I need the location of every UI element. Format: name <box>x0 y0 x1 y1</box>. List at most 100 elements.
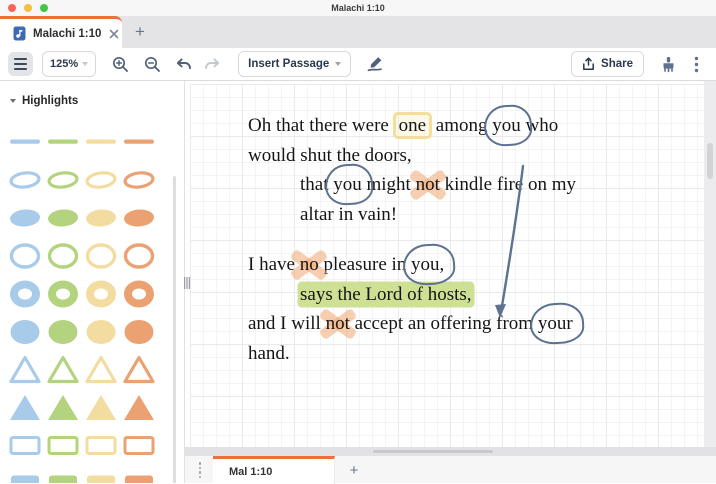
highlight-style-underline-stroke-1[interactable] <box>44 123 82 161</box>
highlight-style-filled-circle-1[interactable] <box>44 313 82 351</box>
highlight-style-circle-outline-3[interactable] <box>120 237 158 275</box>
verse-line: hand. <box>248 339 576 369</box>
highlight-style-thick-ring-1[interactable] <box>44 275 82 313</box>
highlight-style-circle-outline-0[interactable] <box>6 237 44 275</box>
highlight-style-filled-triangle-1[interactable] <box>44 389 82 427</box>
highlight-style-filled-triangle-2[interactable] <box>82 389 120 427</box>
vertical-scrollbar-track[interactable] <box>704 81 716 447</box>
highlight-style-filled-rectangle-0[interactable] <box>6 465 44 483</box>
verse-segment: who <box>521 115 558 136</box>
cross-out-annotation[interactable]: no <box>300 250 319 280</box>
highlight-style-triangle-outline-2[interactable] <box>82 351 120 389</box>
highlight-style-filled-triangle-0[interactable] <box>6 389 44 427</box>
verse-segment: Oh that there were <box>248 115 394 136</box>
highlight-style-ellipse-outline-1[interactable] <box>44 161 82 199</box>
zoom-level-dropdown[interactable]: 125% <box>42 51 96 77</box>
cross-out-annotation[interactable]: not <box>326 309 350 339</box>
highlight-style-rectangle-outline-0[interactable] <box>6 427 44 465</box>
kebab-menu-icon[interactable] <box>684 52 708 76</box>
highlight-style-highlight-blob-1[interactable] <box>44 199 82 237</box>
highlight-style-highlight-blob-0[interactable] <box>6 199 44 237</box>
toolbar: 125% Insert Passage <box>0 48 716 81</box>
page-tab-mal-1-10[interactable]: Mal 1:10 <box>213 456 335 484</box>
verse-segment: pleasure in <box>319 254 411 275</box>
highlight-style-ellipse-outline-2[interactable] <box>82 161 120 199</box>
magnifier-minus-icon[interactable] <box>140 52 164 76</box>
grip-dots-icon[interactable] <box>193 461 207 479</box>
highlight-style-underline-stroke-2[interactable] <box>82 123 120 161</box>
highlight-style-ellipse-outline-3[interactable] <box>120 161 158 199</box>
highlight-style-rectangle-outline-1[interactable] <box>44 427 82 465</box>
highlight-style-row <box>6 237 162 275</box>
sidebar-scrollbar[interactable] <box>173 176 176 483</box>
highlight-style-thick-ring-3[interactable] <box>120 275 158 313</box>
verse-line: that you might not kindle fire on my <box>248 170 576 200</box>
highlights-sidebar: Highlights <box>0 81 185 483</box>
highlight-style-row <box>6 123 162 161</box>
circle-annotation[interactable]: you <box>333 170 362 200</box>
circle-annotation[interactable]: you, <box>411 250 444 280</box>
highlight-style-rectangle-outline-2[interactable] <box>82 427 120 465</box>
horizontal-scrollbar-thumb[interactable] <box>373 450 493 453</box>
highlight-style-filled-circle-2[interactable] <box>82 313 120 351</box>
highlight-style-row <box>6 161 162 199</box>
insert-passage-button[interactable]: Insert Passage <box>238 51 351 77</box>
paintbrush-icon[interactable] <box>656 52 680 76</box>
window-titlebar: Malachi 1:10 <box>0 0 716 16</box>
new-tab-button[interactable]: + <box>128 20 152 44</box>
chevron-down-icon <box>82 62 88 66</box>
horizontal-scrollbar-track[interactable] <box>185 447 716 455</box>
highlight-style-filled-triangle-3[interactable] <box>120 389 158 427</box>
highlight-style-row <box>6 427 162 465</box>
highlight-style-triangle-outline-0[interactable] <box>6 351 44 389</box>
highlight-style-filled-rectangle-2[interactable] <box>82 465 120 483</box>
chevron-down-icon <box>10 99 16 103</box>
highlight-style-row <box>6 313 162 351</box>
highlight-style-grid <box>6 123 162 483</box>
undo-arrow-icon[interactable] <box>172 52 196 76</box>
highlight-style-thick-ring-0[interactable] <box>6 275 44 313</box>
circle-annotation[interactable]: you <box>492 111 521 141</box>
tab-malachi-1-10[interactable]: Malachi 1:10 <box>0 16 122 48</box>
highlight-style-filled-rectangle-3[interactable] <box>120 465 158 483</box>
highlight-style-row <box>6 275 162 313</box>
add-page-button[interactable]: + <box>343 459 365 481</box>
vertical-scrollbar-thumb[interactable] <box>707 143 713 179</box>
cross-out-annotation[interactable]: not <box>416 170 440 200</box>
highlight-style-highlight-blob-2[interactable] <box>82 199 120 237</box>
highlights-section-header[interactable]: Highlights <box>0 81 184 107</box>
share-button[interactable]: Share <box>571 51 644 77</box>
highlight-style-rectangle-outline-3[interactable] <box>120 427 158 465</box>
close-tab-icon[interactable] <box>108 28 120 40</box>
canvas-area: Oh that there were one among you whowoul… <box>185 81 716 447</box>
highlight-style-filled-circle-3[interactable] <box>120 313 158 351</box>
sketch-canvas[interactable]: Oh that there were one among you whowoul… <box>190 84 704 447</box>
page-tab-label: Mal 1:10 <box>229 466 272 478</box>
circle-annotation[interactable]: your <box>538 309 573 339</box>
highlight-style-underline-stroke-3[interactable] <box>120 123 158 161</box>
verse-line: would shut the doors, <box>248 141 576 171</box>
tab-label: Malachi 1:10 <box>33 28 101 40</box>
highlight-style-row <box>6 199 162 237</box>
box-annotation[interactable]: one <box>393 112 432 139</box>
highlight-style-circle-outline-1[interactable] <box>44 237 82 275</box>
verse-segment: might <box>362 174 416 195</box>
marker-pen-icon[interactable] <box>363 52 387 76</box>
verse-segment: hand. <box>248 343 290 364</box>
highlight-style-thick-ring-2[interactable] <box>82 275 120 313</box>
highlight-style-filled-circle-0[interactable] <box>6 313 44 351</box>
highlight-style-circle-outline-2[interactable] <box>82 237 120 275</box>
redo-arrow-icon[interactable] <box>200 52 224 76</box>
highlight-style-underline-stroke-0[interactable] <box>6 123 44 161</box>
magnifier-plus-icon[interactable] <box>108 52 132 76</box>
highlight-annotation[interactable]: says the Lord of hosts, <box>300 284 472 305</box>
verse-text: Oh that there were one among you whowoul… <box>248 111 576 368</box>
highlight-style-triangle-outline-3[interactable] <box>120 351 158 389</box>
highlight-style-ellipse-outline-0[interactable] <box>6 161 44 199</box>
hamburger-menu-icon[interactable] <box>8 52 33 76</box>
highlight-style-filled-rectangle-1[interactable] <box>44 465 82 483</box>
verse-line: altar in vain! <box>248 200 576 230</box>
highlight-style-highlight-blob-3[interactable] <box>120 199 158 237</box>
highlight-style-triangle-outline-1[interactable] <box>44 351 82 389</box>
chevron-down-icon <box>335 62 341 66</box>
